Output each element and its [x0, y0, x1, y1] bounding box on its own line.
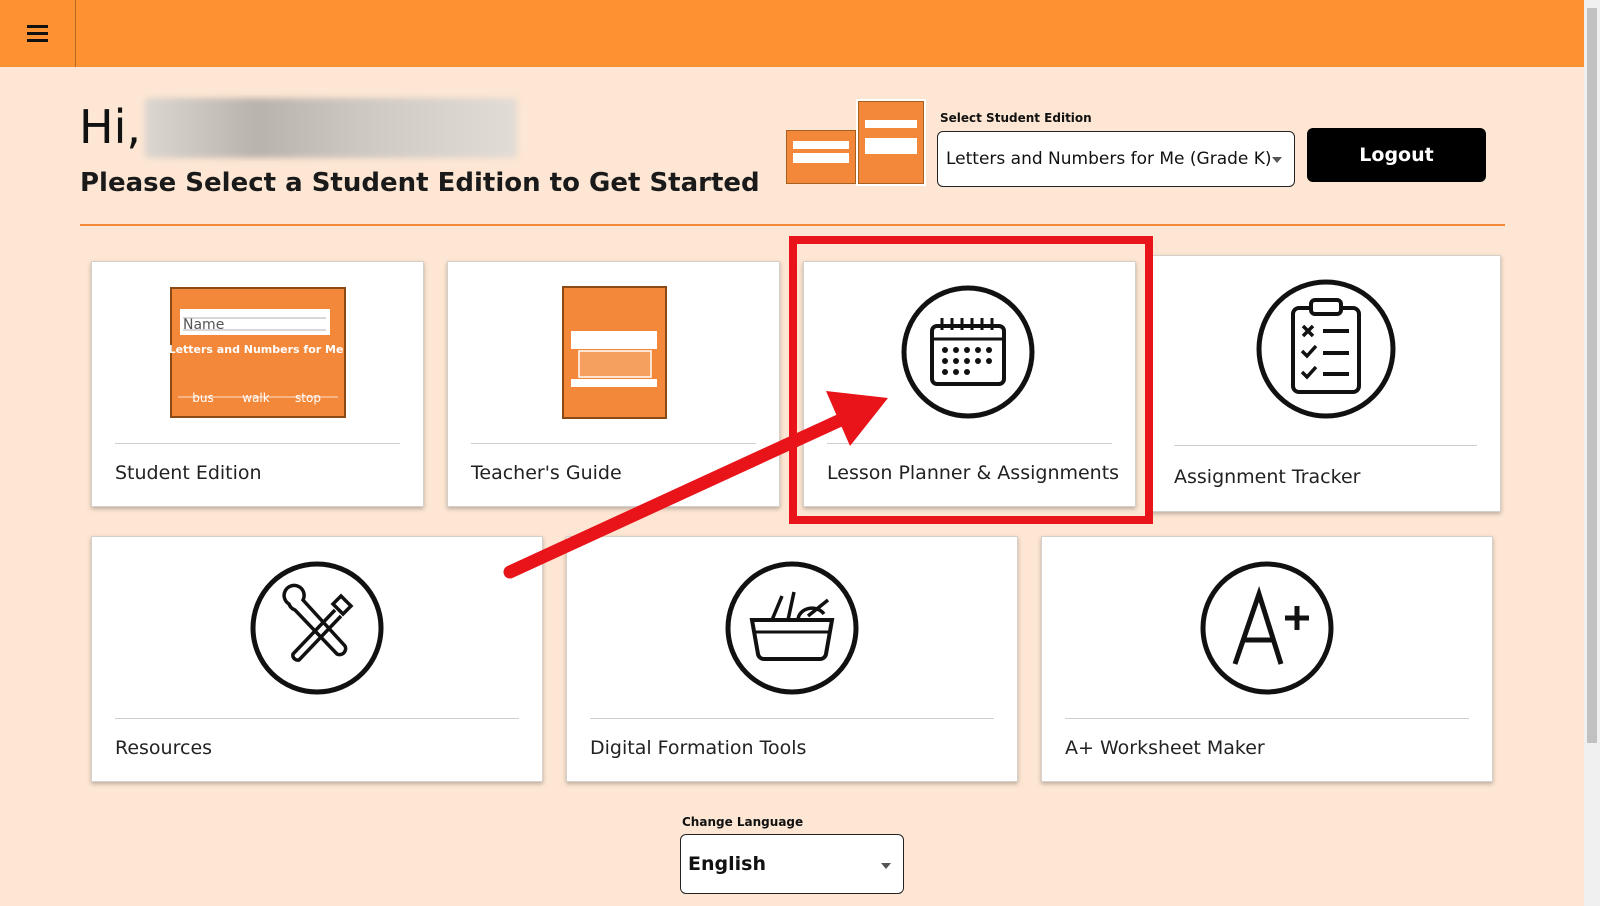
card-divider	[1065, 718, 1469, 719]
card-label-assignment-tracker: Assignment Tracker	[1174, 466, 1361, 488]
language-select-value: English	[688, 853, 766, 875]
scrollbar[interactable]	[1584, 0, 1600, 906]
page-subtitle: Please Select a Student Edition to Get S…	[80, 168, 760, 198]
dropdown-arrow-icon	[881, 863, 891, 869]
book-name-field: Name	[183, 317, 224, 333]
user-name-redacted	[145, 98, 517, 158]
card-label-digital-formation-tools: Digital Formation Tools	[590, 737, 807, 759]
edition-cover-thumbnail	[786, 130, 856, 184]
student-edition-book-cover: Name Letters and Numbers for Me bus walk…	[169, 287, 346, 418]
card-label-worksheet-maker: A+ Worksheet Maker	[1065, 737, 1265, 759]
card-divider	[590, 718, 994, 719]
card-assignment-tracker[interactable]: Assignment Tracker	[1150, 255, 1501, 512]
top-bar	[0, 0, 1584, 67]
language-select[interactable]: English	[680, 834, 904, 894]
card-label-student-edition: Student Edition	[115, 462, 262, 484]
student-edition-select[interactable]: Letters and Numbers for Me (Grade K)	[937, 131, 1295, 187]
card-divider	[1174, 445, 1477, 446]
scrollbar-thumb[interactable]	[1587, 8, 1597, 743]
book-title: Letters and Numbers for Me	[169, 343, 344, 356]
dropdown-arrow-icon	[1272, 157, 1282, 163]
card-worksheet-maker[interactable]: A+ Worksheet Maker	[1041, 536, 1493, 782]
logout-button[interactable]: Logout	[1307, 128, 1486, 182]
change-language-label: Change Language	[682, 815, 804, 829]
card-label-resources: Resources	[115, 737, 213, 759]
card-label-teachers-guide: Teacher's Guide	[471, 462, 622, 484]
annotation-highlight-box	[789, 236, 1153, 524]
clipboard-checklist-icon	[1256, 279, 1396, 419]
supply-basket-icon	[725, 561, 859, 695]
tools-icon	[250, 561, 384, 695]
card-divider	[471, 443, 756, 444]
card-teachers-guide[interactable]: Teacher's Guide	[447, 261, 780, 507]
card-resources[interactable]: Resources	[91, 536, 543, 782]
teachers-guide-book-cover	[562, 286, 667, 419]
card-divider	[115, 443, 400, 444]
card-divider	[115, 718, 519, 719]
card-student-edition[interactable]: Name Letters and Numbers for Me bus walk…	[91, 261, 424, 507]
book-word-1: bus	[192, 391, 213, 405]
a-plus-icon	[1200, 561, 1334, 695]
greeting-hi: Hi,	[79, 100, 141, 154]
select-edition-label: Select Student Edition	[940, 111, 1092, 125]
book-word-3: stop	[295, 391, 321, 405]
book-word-2: walk	[242, 391, 270, 405]
student-edition-select-value: Letters and Numbers for Me (Grade K)	[946, 149, 1272, 169]
hamburger-menu-icon	[27, 25, 48, 42]
header-divider	[80, 224, 1505, 226]
card-digital-formation-tools[interactable]: Digital Formation Tools	[566, 536, 1018, 782]
hamburger-menu-button[interactable]	[0, 0, 76, 67]
guide-cover-thumbnail	[858, 101, 924, 184]
